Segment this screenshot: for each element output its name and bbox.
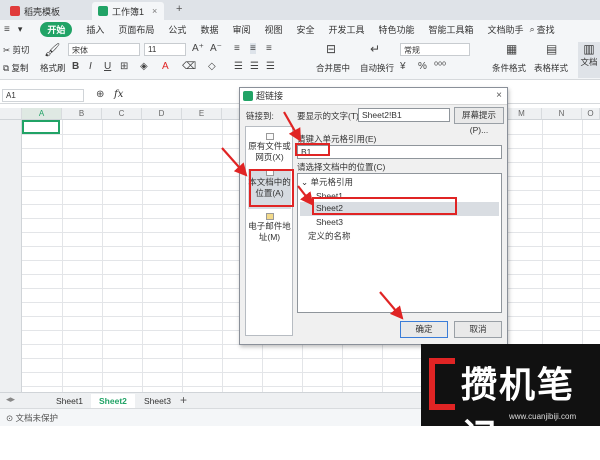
arrow-nav-place bbox=[221, 147, 248, 177]
watermark: 攒机笔记 www.cuanjibiji.com bbox=[421, 344, 600, 458]
watermark-brand: 攒机笔记 bbox=[461, 364, 576, 458]
arrow-ok-button bbox=[379, 291, 404, 320]
watermark-logo-icon bbox=[429, 358, 455, 410]
arrow-sheet2 bbox=[297, 185, 314, 206]
watermark-url: www.cuanjibiji.com bbox=[509, 412, 577, 421]
arrow-cell-ref bbox=[283, 111, 302, 142]
